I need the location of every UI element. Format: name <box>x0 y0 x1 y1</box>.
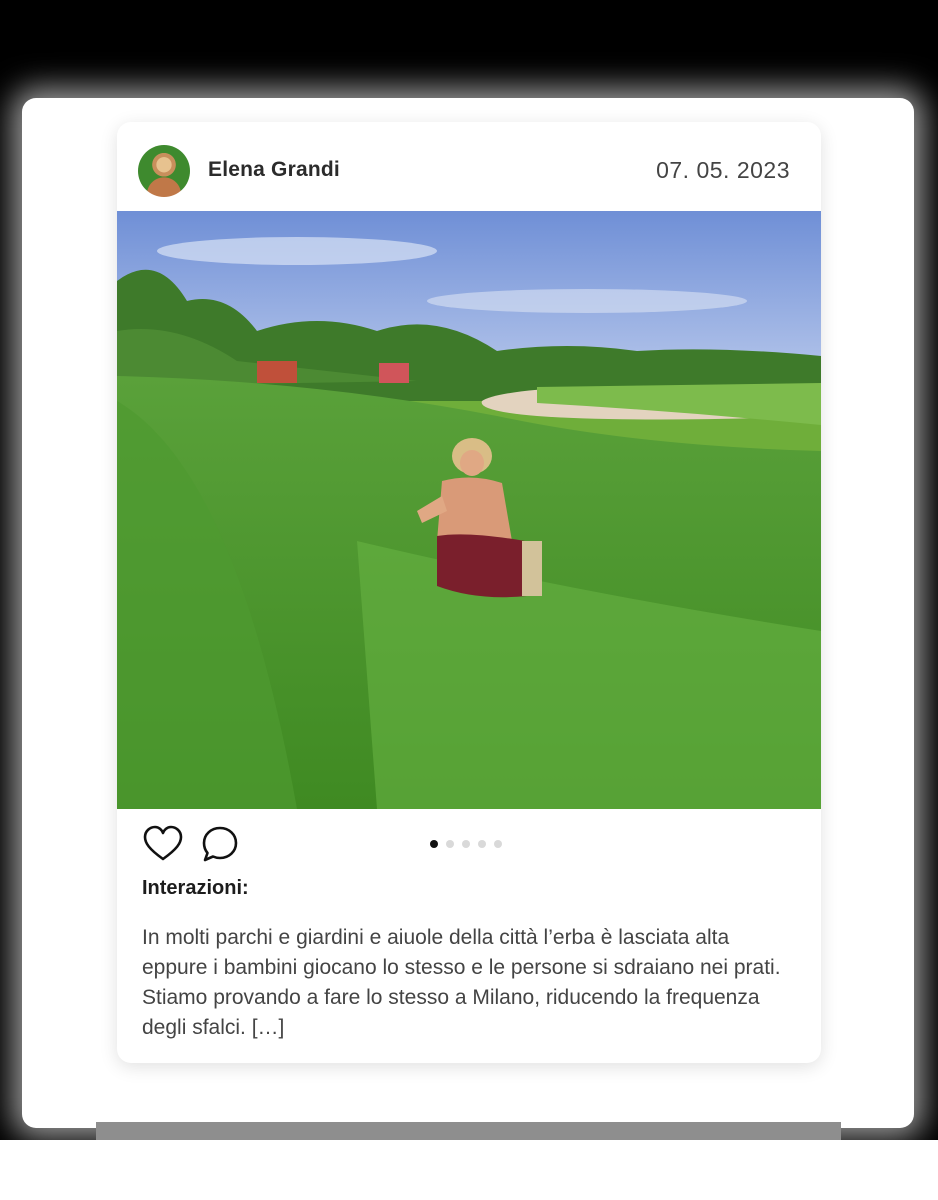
carousel-dot-active[interactable] <box>430 840 438 848</box>
post-card: Elena Grandi 07. 05. 2023 Interazioni: I… <box>117 122 821 1063</box>
avatar[interactable] <box>138 145 190 197</box>
carousel-dot[interactable] <box>478 840 486 848</box>
post-date: 07. 05. 2023 <box>656 157 790 183</box>
heart-icon[interactable] <box>143 825 183 863</box>
comment-icon[interactable] <box>201 825 239 863</box>
carousel-dot[interactable] <box>446 840 454 848</box>
section-title: Interazioni: <box>142 877 249 899</box>
post-photo[interactable] <box>117 211 821 809</box>
carousel-dot[interactable] <box>494 840 502 848</box>
carousel-dot[interactable] <box>462 840 470 848</box>
post-caption: In molti parchi e giardini e aiuole dell… <box>142 926 781 1039</box>
carousel-indicator[interactable] <box>430 840 502 848</box>
author-name[interactable]: Elena Grandi <box>208 158 340 182</box>
post-header: Elena Grandi 07. 05. 2023 <box>117 122 821 211</box>
backdrop-bottom <box>0 1140 938 1200</box>
action-bar <box>117 822 821 866</box>
